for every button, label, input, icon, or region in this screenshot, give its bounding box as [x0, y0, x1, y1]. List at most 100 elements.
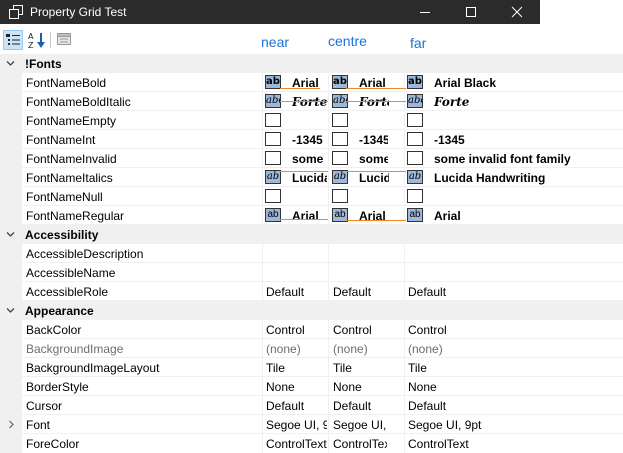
grid-divider: [262, 206, 263, 225]
value-near[interactable]: None: [266, 380, 327, 394]
value-centre[interactable]: Segoe UI, 9pt: [333, 418, 387, 432]
property-pages-icon: [57, 33, 71, 45]
grid-divider: [404, 396, 405, 415]
property-name: AccessibleRole: [26, 285, 109, 299]
property-name: FontNameBoldItalic: [26, 95, 131, 109]
property-row-fontnameitalics[interactable]: FontNameItalics ab Lucida Handwriting ab…: [0, 168, 623, 187]
font-preview-swatch: [407, 151, 423, 165]
property-row-fontnameint[interactable]: FontNameInt -1345 -1345 -1345: [0, 130, 623, 149]
property-row-borderstyle[interactable]: BorderStyle None None None: [0, 377, 623, 396]
property-row-accessibledescription[interactable]: AccessibleDescription: [0, 244, 623, 263]
value-centre[interactable]: Tile: [333, 361, 403, 375]
chevron-down-icon[interactable]: [5, 58, 16, 69]
value-centre[interactable]: some invalid font family: [359, 152, 388, 166]
row-gutter: [0, 206, 22, 225]
property-row-accessiblename[interactable]: AccessibleName: [0, 263, 623, 282]
property-row-font[interactable]: Font Segoe UI, 9pt Segoe UI, 9pt Segoe U…: [0, 415, 623, 434]
font-preview-swatch: [332, 132, 348, 146]
value-centre[interactable]: Default: [333, 399, 403, 413]
chevron-down-icon[interactable]: [5, 305, 16, 316]
font-preview-swatch: abc: [407, 94, 423, 108]
property-row-fontnameinvalid[interactable]: FontNameInvalid some invalid font family…: [0, 149, 623, 168]
value-far[interactable]: Lucida Handwriting: [434, 171, 614, 185]
value-centre[interactable]: Forte: [359, 95, 389, 109]
close-button[interactable]: [494, 0, 540, 24]
value-near[interactable]: Tile: [266, 361, 327, 375]
category-accessibility[interactable]: Accessibility: [0, 225, 623, 244]
maximize-button[interactable]: [448, 0, 494, 24]
value-near[interactable]: Segoe UI, 9pt: [266, 418, 327, 432]
value-centre[interactable]: Control: [333, 323, 403, 337]
property-pages-button[interactable]: [55, 30, 75, 50]
value-far[interactable]: Arial Black: [434, 76, 614, 90]
value-centre[interactable]: ControlText: [333, 437, 387, 451]
value-centre: (none): [333, 342, 368, 356]
font-preview-swatch: ab: [407, 170, 423, 184]
value-far[interactable]: -1345: [434, 133, 614, 147]
chevron-right-icon[interactable]: [7, 420, 16, 429]
property-row-fontnamebold[interactable]: FontNameBold ab Arial ab Arial ab Arial …: [0, 73, 623, 92]
value-near[interactable]: Default: [266, 285, 327, 299]
grid-divider: [404, 130, 405, 149]
value-centre[interactable]: Default: [333, 285, 403, 299]
categorized-button[interactable]: [3, 30, 23, 50]
value-far[interactable]: ControlText: [408, 437, 608, 451]
value-far[interactable]: Segoe UI, 9pt: [408, 418, 608, 432]
value-near[interactable]: Lucida Handwriting: [292, 171, 327, 185]
value-far[interactable]: Default: [408, 399, 608, 413]
value-far[interactable]: None: [408, 380, 608, 394]
font-preview-swatch: [332, 151, 348, 165]
value-near[interactable]: some invalid font family: [292, 152, 327, 166]
value-centre[interactable]: None: [333, 380, 403, 394]
minimize-button[interactable]: [402, 0, 448, 24]
property-row-cursor[interactable]: Cursor Default Default Default: [0, 396, 623, 415]
value-far[interactable]: Control: [408, 323, 608, 337]
column-header-far: far: [410, 35, 427, 51]
category-fonts[interactable]: !Fonts: [0, 54, 623, 73]
value-near[interactable]: Arial: [292, 209, 327, 223]
grid-divider: [404, 282, 405, 301]
property-row-accessiblerole[interactable]: AccessibleRole Default Default Default: [0, 282, 623, 301]
row-gutter: [0, 377, 22, 396]
chevron-down-icon[interactable]: [5, 229, 16, 240]
row-gutter: [0, 168, 22, 187]
category-appearance[interactable]: Appearance: [0, 301, 623, 320]
value-far[interactable]: Default: [408, 285, 608, 299]
value-far[interactable]: some invalid font family: [434, 152, 619, 166]
property-name: Cursor: [26, 399, 63, 413]
property-row-fontnamebolditalic[interactable]: FontNameBoldItalic abc Forte abc Forte a…: [0, 92, 623, 111]
value-near[interactable]: Forte: [292, 95, 327, 109]
grid-divider: [404, 415, 405, 434]
property-row-fontnameempty[interactable]: FontNameEmpty: [0, 111, 623, 130]
column-header-near: near: [261, 34, 290, 50]
grid-divider: [328, 339, 329, 358]
grid-divider: [262, 149, 263, 168]
font-preview-swatch: ab: [265, 75, 281, 89]
grid-divider: [262, 92, 263, 111]
highlight-line: [280, 101, 328, 102]
value-near[interactable]: ControlText: [266, 437, 327, 451]
value-far[interactable]: Tile: [408, 361, 608, 375]
svg-text:A: A: [28, 32, 34, 41]
value-far[interactable]: Arial: [434, 209, 614, 223]
svg-text:Z: Z: [28, 41, 34, 50]
alphabetical-icon: A Z: [28, 32, 45, 50]
font-preview-swatch: ab: [265, 208, 281, 222]
property-row-backgroundimagelayout[interactable]: BackgroundImageLayout Tile Tile Tile: [0, 358, 623, 377]
property-name: BackgroundImage: [26, 342, 124, 356]
property-name: BackColor: [26, 323, 82, 337]
value-near[interactable]: Default: [266, 399, 327, 413]
value-centre[interactable]: -1345: [359, 133, 388, 147]
property-row-backcolor[interactable]: BackColor Control Control Control: [0, 320, 623, 339]
value-far[interactable]: Forte: [434, 95, 614, 109]
value-centre[interactable]: Lucida Handwriting: [359, 171, 389, 185]
property-row-fontnameregular[interactable]: FontNameRegular ab Arial ab Arial ab Ari…: [0, 206, 623, 225]
property-row-backgroundimage[interactable]: BackgroundImage (none) (none) (none): [0, 339, 623, 358]
property-row-fontnamenull[interactable]: FontNameNull: [0, 187, 623, 206]
grid-divider: [262, 282, 263, 301]
row-gutter: [0, 263, 22, 282]
property-row-forecolor[interactable]: ForeColor ControlText ControlText Contro…: [0, 434, 623, 453]
value-near[interactable]: Control: [266, 323, 327, 337]
value-near[interactable]: -1345: [292, 133, 327, 147]
alphabetical-button[interactable]: A Z: [27, 30, 47, 50]
